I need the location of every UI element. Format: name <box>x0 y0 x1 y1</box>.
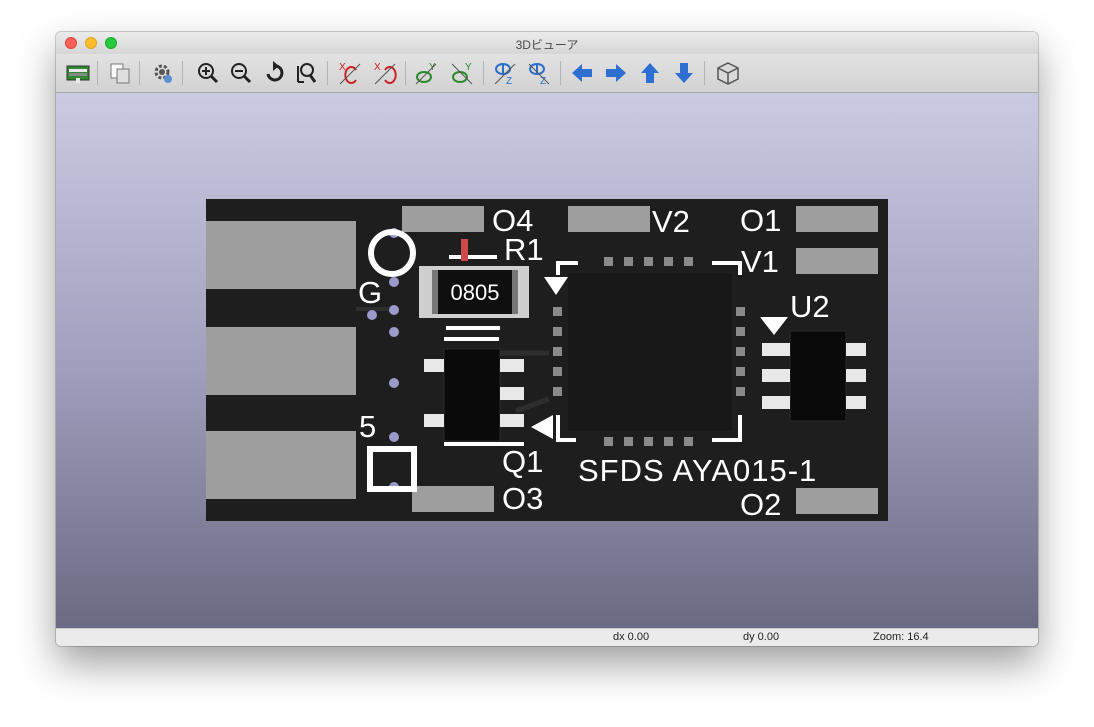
status-bar: dx 0.00 dy 0.00 Zoom: 16.4 <box>56 628 1038 646</box>
pad-v1 <box>796 248 878 274</box>
zoom-in-icon[interactable] <box>195 60 221 86</box>
resistor-code: 0805 <box>451 280 500 305</box>
status-dy: dy 0.00 <box>743 631 780 643</box>
label-o3: O3 <box>502 481 543 516</box>
label-u2: U2 <box>790 289 830 324</box>
render-icon[interactable] <box>65 60 91 86</box>
pad-o2 <box>796 488 878 514</box>
zoom-out-icon[interactable] <box>228 60 254 86</box>
ortho-cube-icon[interactable] <box>715 60 741 86</box>
svg-text:Z: Z <box>506 76 512 86</box>
pan-left-icon[interactable] <box>569 60 595 86</box>
copy-icon[interactable] <box>107 60 133 86</box>
rotate-y-ccw-icon[interactable]: Y <box>449 60 475 86</box>
rotate-x-ccw-icon[interactable]: X <box>372 60 398 86</box>
q1-body <box>443 348 501 442</box>
pad-o4 <box>402 206 484 232</box>
rotate-z-cw-icon[interactable]: Z <box>492 60 518 86</box>
label-q1: Q1 <box>502 444 543 479</box>
svg-text:Y: Y <box>465 62 472 73</box>
toolbar-separator <box>483 61 484 85</box>
label-v2: V2 <box>652 204 690 239</box>
window-title: 3Dビューア <box>515 38 579 52</box>
toolbar-separator <box>560 61 561 85</box>
left-pad-top <box>206 221 356 289</box>
toolbar-separator <box>327 61 328 85</box>
svg-text:X: X <box>374 62 381 73</box>
label-o1: O1 <box>740 203 781 238</box>
status-dx: dx 0.00 <box>613 631 650 643</box>
3d-viewport[interactable]: 0805 O4 R1 V2 O1 V1 G U2 5 Q1 SFDS AYA01… <box>56 93 1038 628</box>
title-bar: 3Dビューア <box>56 32 1038 54</box>
pan-right-icon[interactable] <box>603 60 629 86</box>
label-r1: R1 <box>504 232 544 267</box>
pcb-board: 0805 O4 R1 V2 O1 V1 G U2 5 Q1 SFDS AYA01… <box>206 199 888 521</box>
pan-up-icon[interactable] <box>637 60 663 86</box>
toolbar-separator <box>704 61 705 85</box>
status-zoom: Zoom: 16.4 <box>873 631 929 643</box>
left-pad-bottom <box>206 431 356 499</box>
label-5: 5 <box>359 409 376 444</box>
viewer-window: 3Dビューア X X Y Z Z 0805 O4 R1 V2 O1 V1 G U… <box>56 32 1038 646</box>
rotate-z-ccw-icon[interactable]: Z <box>526 60 552 86</box>
pad-o1 <box>796 206 878 232</box>
label-silk-name: SFDS AYA015-1 <box>578 453 817 488</box>
pad-o3 <box>412 486 494 512</box>
qfn-body <box>568 273 732 431</box>
toolbar-separator <box>182 61 183 85</box>
label-v1: V1 <box>741 244 779 279</box>
pad-v2 <box>568 206 650 232</box>
settings-icon[interactable] <box>150 60 176 86</box>
left-pad-middle <box>206 327 356 395</box>
toolbar: X X Y Y Z Z <box>56 54 1038 93</box>
toolbar-separator <box>139 61 140 85</box>
label-o2: O2 <box>740 487 781 521</box>
toolbar-separator <box>405 61 406 85</box>
rotate-y-cw-icon[interactable]: Y <box>413 60 439 86</box>
zoom-fit-icon[interactable] <box>294 60 320 86</box>
rotate-x-cw-icon[interactable]: X <box>337 60 363 86</box>
label-g: G <box>358 275 382 310</box>
u2-body <box>789 330 847 422</box>
toolbar-separator <box>97 61 98 85</box>
pan-down-icon[interactable] <box>671 60 697 86</box>
redraw-icon[interactable] <box>262 60 288 86</box>
